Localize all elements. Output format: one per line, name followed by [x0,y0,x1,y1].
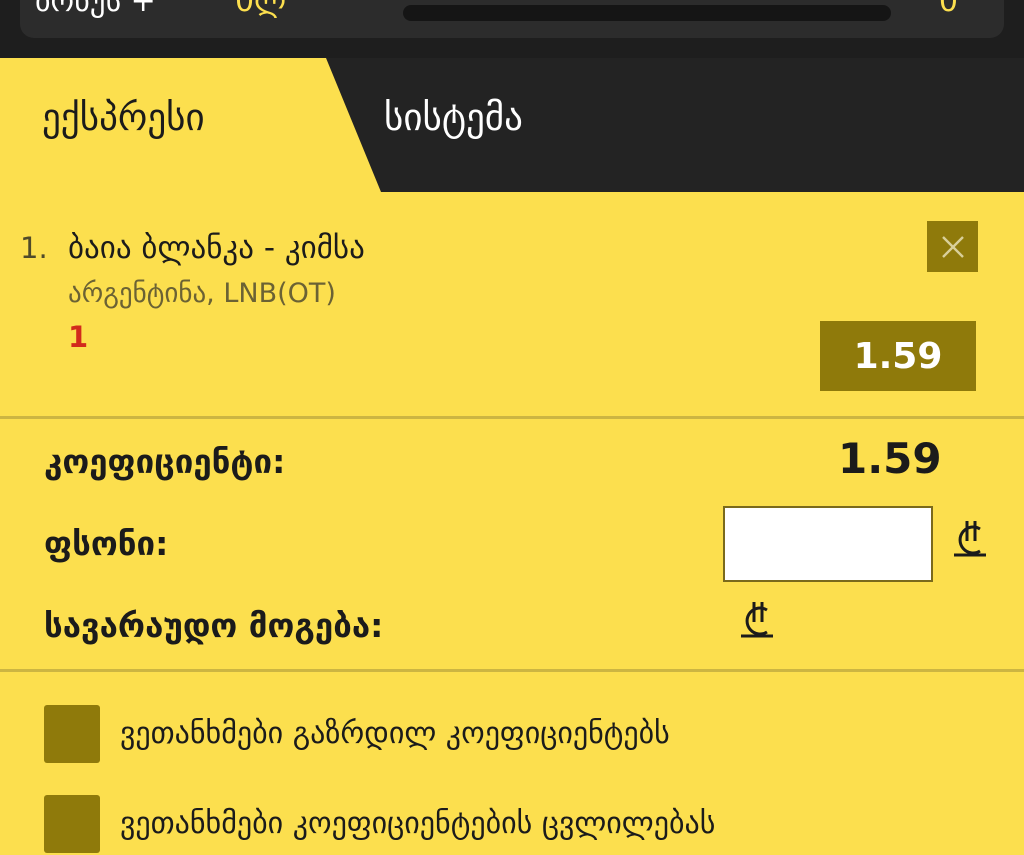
bonus-bar: ბონუს + 0ლ 0 [0,0,1024,58]
bonus-label: ბონუს + [35,0,156,19]
coefficient-value: 1.59 [838,434,942,483]
bet-event-name: ბაია ბლანკა - კიმსა [68,230,365,266]
checkbox-label: ვეთანხმები გაზრდილ კოეფიციენტებს [120,716,670,751]
coefficient-label: კოეფიციენტი: [44,442,286,481]
checkbox-label: ვეთანხმები კოეფიციენტების ცვლილებას [120,806,716,841]
accept-increased-odds-option[interactable]: ვეთანხმები გაზრდილ კოეფიციენტებს [44,705,1004,763]
divider [0,669,1024,672]
bet-odds: 1.59 [820,321,976,391]
bonus-count: 0 [938,0,958,19]
checkbox[interactable] [44,795,100,853]
potential-win-label: სავარაუდო მოგება: [44,606,384,645]
bonus-progress-bar [403,5,891,21]
divider [0,416,1024,419]
checkbox[interactable] [44,705,100,763]
lari-icon [741,602,773,638]
bonus-panel: ბონუს + 0ლ 0 [20,0,1004,38]
bet-index: 1. [20,231,48,265]
bet-type-tabs: ექსპრესი სისტემა [0,58,1024,192]
lari-icon [954,521,986,557]
tab-express[interactable]: ექსპრესი [42,94,205,142]
accept-odds-change-option[interactable]: ვეთანხმები კოეფიციენტების ცვლილებას [44,795,1004,853]
remove-bet-button[interactable] [927,221,978,272]
stake-input[interactable] [723,506,933,582]
bet-outcome: 1 [68,320,89,354]
bonus-amount: 0ლ [235,0,287,19]
bet-league: არგენტინა, LNB(OT) [68,278,336,309]
close-icon [941,235,964,258]
stake-label: ფსონი: [44,524,169,563]
tab-system[interactable]: სისტემა [384,94,523,142]
bet-slip-item: 1. ბაია ბლანკა - კიმსა არგენტინა, LNB(OT… [0,192,1024,416]
